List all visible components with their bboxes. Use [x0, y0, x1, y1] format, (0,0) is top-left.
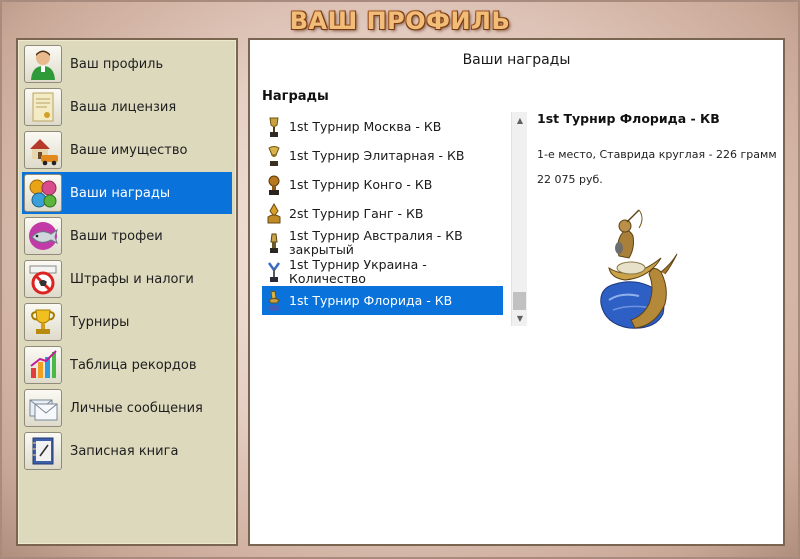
sidebar-item-label: Ваш профиль [70, 56, 164, 72]
sidebar-item-label: Турниры [70, 314, 130, 330]
trophy-icon [267, 261, 281, 282]
person-icon [24, 45, 62, 83]
award-name: 1st Турнир Элитарная - КВ [289, 147, 465, 163]
list-item[interactable]: 1st Турнир Конго - КВ [262, 170, 503, 199]
awards-section-label: Награды [262, 89, 329, 104]
list-item[interactable]: 1st Турнир Австралия - КВ закрытый [262, 228, 503, 257]
fish-trophy-icon [24, 217, 62, 255]
sidebar-item-profile[interactable]: Ваш профиль [22, 43, 232, 85]
sidebar-item-awards[interactable]: Ваши награды [22, 172, 232, 214]
sidebar-item-label: Ваше имущество [70, 142, 188, 158]
awards-list: 1st Турнир Москва - КВ 1st Турнир Элитар… [262, 112, 526, 326]
sidebar-item-label: Ваши награды [70, 185, 171, 201]
list-item[interactable]: 1st Турнир Элитарная - КВ [262, 141, 503, 170]
messages-icon [24, 389, 62, 427]
trophy-icon [270, 233, 278, 253]
sidebar-item-fines[interactable]: Штрафы и налоги [22, 258, 232, 300]
scroll-down-icon[interactable]: ▼ [512, 310, 528, 326]
list-item[interactable]: 1st Турнир Украина - Количество [262, 257, 503, 286]
certificate-icon [24, 88, 62, 126]
award-detail-place: 1-е место, Ставрида круглая - 226 грамм [537, 148, 777, 161]
panel-title: Ваши награды [462, 52, 571, 68]
sidebar-item-label: Таблица рекордов [70, 357, 197, 373]
sidebar-item-label: Записная книга [70, 443, 179, 459]
sidebar-item-label: Ваши трофеи [70, 228, 163, 244]
sidebar-item-property[interactable]: Ваше имущество [22, 129, 232, 171]
award-name: 2st Турнир Ганг - КВ [289, 205, 424, 221]
list-item[interactable]: 1st Турнир Москва - КВ [262, 112, 503, 141]
trophy-image [600, 209, 678, 329]
award-detail-title: 1st Турнир Флорида - КВ [537, 111, 720, 126]
award-name: 1st Турнир Флорида - КВ [289, 292, 453, 308]
trophy-icon [269, 117, 279, 137]
award-name: 1st Турнир Австралия - КВ закрытый [289, 227, 463, 257]
trophy-icon [268, 175, 280, 195]
scroll-thumb[interactable] [513, 292, 526, 310]
sidebar-item-trophies[interactable]: Ваши трофеи [22, 215, 232, 257]
sidebar-item-label: Штрафы и налоги [70, 271, 194, 287]
records-chart-icon [24, 346, 62, 384]
sidebar-item-notebook[interactable]: Записная книга [22, 430, 232, 472]
sidebar-item-label: Личные сообщения [70, 400, 203, 416]
trophy-icon [268, 289, 280, 311]
list-item[interactable]: 2st Турнир Ганг - КВ [262, 199, 503, 228]
sidebar-item-license[interactable]: Ваша лицензия [22, 86, 232, 128]
award-detail-price: 22 075 руб. [537, 173, 603, 186]
medals-icon [24, 174, 62, 212]
notebook-icon [24, 432, 62, 470]
house-car-icon [24, 131, 62, 169]
awards-scrollbar[interactable]: ▲ ▼ [511, 112, 527, 326]
list-item[interactable]: 1st Турнир Флорида - КВ [262, 286, 503, 315]
award-name: 1st Турнир Конго - КВ [289, 176, 433, 192]
sidebar: Ваш профиль Ваша лицензия Ваше имущество… [16, 38, 238, 546]
cup-icon [24, 303, 62, 341]
fines-sign-icon [24, 260, 62, 298]
scroll-up-icon[interactable]: ▲ [512, 112, 528, 128]
award-name: 1st Турнир Украина - Количество [289, 256, 427, 286]
main-panel: Ваши награды Награды 1st Турнир Москва -… [248, 38, 785, 546]
trophy-icon [267, 202, 281, 223]
page-title: ВАШ ПРОФИЛЬ [289, 7, 511, 35]
sidebar-item-records[interactable]: Таблица рекордов [22, 344, 232, 386]
trophy-icon [268, 145, 280, 166]
sidebar-item-tournaments[interactable]: Турниры [22, 301, 232, 343]
award-name: 1st Турнир Москва - КВ [289, 118, 442, 134]
sidebar-item-messages[interactable]: Личные сообщения [22, 387, 232, 429]
sidebar-item-label: Ваша лицензия [70, 99, 177, 115]
